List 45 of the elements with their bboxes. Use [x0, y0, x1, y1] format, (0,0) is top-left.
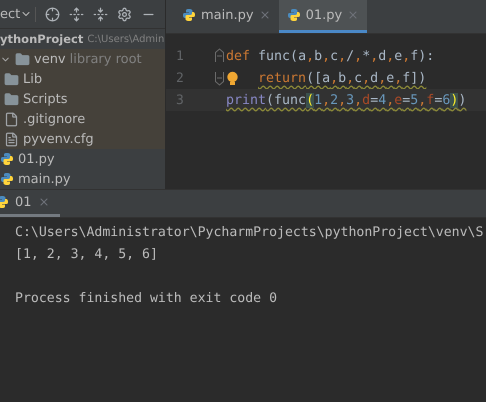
folder-icon [4, 92, 19, 106]
console-line: [1, 2, 3, 4, 5, 6] [15, 246, 159, 264]
code-line: return([a,b,c,d,e,f]) [258, 70, 426, 86]
file-name: pyvenv.cfg [23, 132, 94, 146]
python-file-icon [182, 8, 196, 22]
line-number: 2 [175, 70, 185, 86]
file-name: ythonProject [0, 32, 84, 46]
tree-row[interactable]: .gitignore [0, 109, 165, 129]
tree-row[interactable]: Lib [0, 69, 165, 89]
tree-row[interactable]: Scripts [0, 89, 165, 109]
locate-icon[interactable] [45, 6, 60, 22]
file-name: Scripts [23, 92, 68, 106]
folder-icon [15, 52, 30, 66]
tree-row[interactable]: pyvenv.cfg [0, 129, 165, 149]
code-line: def func(a,b,c,/,*,d,e,f): [226, 48, 434, 64]
console-line: C:\Users\Administrator\PycharmProjects\pythonProject\venv\S [15, 224, 484, 242]
tree-row[interactable]: ythonProject C:\Users\Admin [0, 29, 165, 49]
collapse-all-icon[interactable] [93, 6, 108, 22]
text-file-icon [4, 132, 19, 146]
fold-icon[interactable] [214, 48, 224, 64]
expand-all-icon[interactable] [69, 6, 84, 22]
run-tab[interactable]: 01 [0, 190, 60, 217]
file-name: Lib [23, 72, 42, 86]
tree-row[interactable]: venv library root [0, 49, 165, 69]
file-name: .gitignore [23, 112, 86, 126]
tree-row[interactable]: main.py [0, 169, 165, 189]
console-line: Process finished with exit code 0 [15, 290, 278, 308]
editor-tab[interactable]: main.py [174, 0, 279, 33]
line-number: 1 [175, 48, 185, 64]
library-note: library root [70, 52, 142, 66]
python-file-icon [0, 152, 14, 166]
settings-icon[interactable] [117, 6, 132, 22]
ignored-file-icon [4, 112, 19, 126]
project-path: C:\Users\Admin [87, 34, 164, 44]
lightbulb-icon[interactable] [226, 71, 239, 86]
python-file-icon [286, 8, 301, 22]
file-name: venv [34, 52, 66, 66]
editor-tab[interactable]: 01.py [278, 0, 368, 33]
view-dropdown[interactable]: ect [0, 6, 36, 22]
file-name: 01.py [18, 152, 55, 166]
folder-icon [4, 72, 19, 86]
python-file-icon [0, 172, 14, 186]
code-line: print(func(1,2,3,d=4,e=5,f=6)) [226, 92, 466, 108]
file-name: main.py [18, 172, 71, 186]
tree-row[interactable]: 01.py [0, 149, 165, 169]
